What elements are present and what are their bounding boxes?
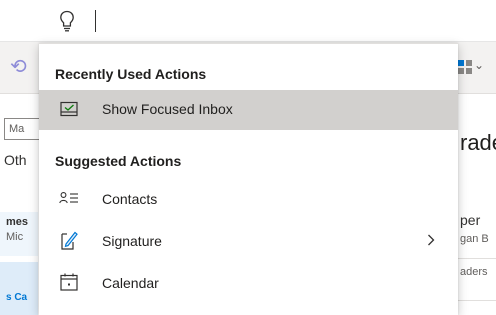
reading-pane-recipient: gan B [460, 233, 489, 245]
chevron-right-icon [425, 231, 437, 249]
reading-pane-heading: rade [460, 130, 496, 155]
divider [458, 300, 496, 301]
menu-item-label: Contacts [102, 191, 158, 207]
signature-icon [59, 230, 79, 250]
menu-item-label: Signature [102, 233, 162, 249]
chevron-down-icon[interactable]: ⌄ [474, 58, 484, 72]
calendar-icon [59, 272, 79, 292]
menu-item-label: Calendar [102, 275, 159, 291]
section-title-suggested: Suggested Actions [55, 153, 182, 169]
contacts-icon [59, 188, 79, 208]
section-title-recent: Recently Used Actions [55, 66, 207, 82]
menu-item-signature[interactable]: Signature [39, 221, 458, 261]
menu-item-calendar[interactable]: Calendar [39, 263, 458, 303]
message-sender-2: s Ca [6, 292, 28, 303]
search-bar[interactable] [0, 0, 496, 42]
other-tab[interactable]: Oth [4, 152, 27, 168]
actions-dropdown: Recently Used Actions Show Focused Inbox… [39, 43, 458, 315]
divider [458, 258, 496, 259]
menu-item-show-focused-inbox[interactable]: Show Focused Inbox [39, 90, 458, 130]
text-caret [95, 10, 96, 32]
menu-item-contacts[interactable]: Contacts [39, 179, 458, 219]
reading-pane [458, 94, 496, 315]
focused-inbox-icon [59, 99, 79, 119]
reading-pane-sender: per [460, 212, 481, 228]
view-grid-icon[interactable] [458, 60, 472, 74]
reading-pane-body: aders [460, 266, 488, 278]
message-row[interactable] [0, 262, 38, 315]
message-preview: Mic [6, 231, 24, 243]
lightbulb-icon [60, 10, 74, 32]
message-sender: mes [6, 216, 29, 228]
undo-icon[interactable]: ⟲ [10, 54, 27, 79]
menu-item-label: Show Focused Inbox [102, 101, 233, 117]
folder-search-input[interactable]: Ma [4, 118, 44, 140]
